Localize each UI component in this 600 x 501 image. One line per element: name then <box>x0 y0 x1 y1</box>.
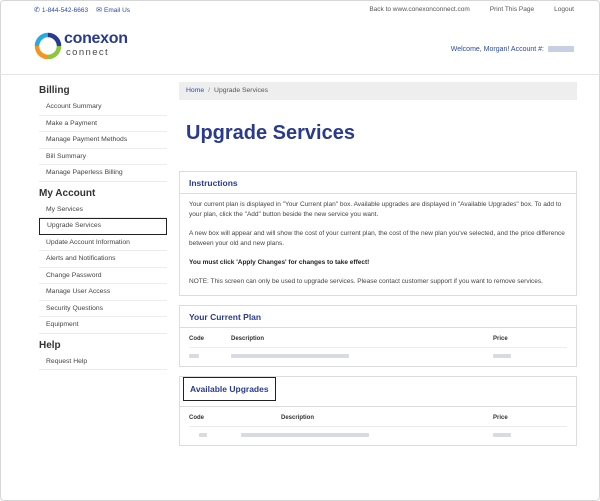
instructions-paragraph-1: Your current plan is displayed in "Your … <box>189 201 562 218</box>
email-icon: ✉ <box>96 7 103 14</box>
back-to-site-link[interactable]: Back to www.conexonconnect.com <box>369 6 469 13</box>
column-header-price: Price <box>493 415 508 421</box>
instructions-warning: You must click 'Apply Changes' for chang… <box>189 259 370 266</box>
breadcrumb-current: Upgrade Services <box>214 87 269 94</box>
current-plan-row <box>189 347 567 360</box>
available-upgrades-title: Available Upgrades <box>183 377 276 401</box>
phone-number: 1-844-542-6663 <box>41 7 89 14</box>
instructions-title: Instructions <box>180 172 576 194</box>
account-number-redacted <box>548 46 574 53</box>
upgrade-description-redacted <box>241 424 493 442</box>
column-header-code: Code <box>189 336 204 342</box>
contact-links: ✆ 1-844-542-6663 ✉ Email Us <box>34 6 130 14</box>
welcome-text: Welcome, Morgan! Account #: <box>450 46 544 53</box>
sidebar-item-make-payment[interactable]: Make a Payment <box>39 116 167 132</box>
sidebar-item-update-account-info[interactable]: Update Account Information <box>39 235 167 251</box>
phone-icon: ✆ <box>34 7 40 14</box>
sidebar-item-security-questions[interactable]: Security Questions <box>39 301 167 317</box>
available-upgrade-row[interactable] <box>189 426 567 439</box>
current-plan-card: Your Current Plan Code Description Price <box>179 305 577 367</box>
sidebar-item-account-summary[interactable]: Account Summary <box>39 99 167 116</box>
main-content: Home / Upgrade Services Upgrade Services I… <box>179 82 577 446</box>
available-upgrades-table: Code Description Price <box>180 407 576 445</box>
available-upgrades-card: Available Upgrades Code Description Pric… <box>179 376 577 446</box>
top-bar: ✆ 1-844-542-6663 ✉ Email Us Back to www.co… <box>0 0 600 20</box>
sidebar-section-billing: Billing <box>39 85 70 96</box>
logo-subtext: connect <box>66 47 110 58</box>
sidebar-item-upgrade-services[interactable]: Upgrade Services <box>39 218 167 235</box>
column-header-description: Description <box>231 336 265 342</box>
breadcrumb-separator: / <box>208 87 211 94</box>
sidebar-item-bill-summary[interactable]: Bill Summary <box>39 149 167 165</box>
upgrade-price-redacted <box>493 424 511 442</box>
top-links: Back to www.conexonconnect.com Print Thi… <box>369 6 574 13</box>
email-link[interactable]: ✉ Email Us <box>96 6 130 14</box>
sidebar-item-manage-user-access[interactable]: Manage User Access <box>39 284 167 301</box>
logo-ring-icon <box>34 32 62 60</box>
instructions-card: Instructions Your current plan is displa… <box>179 171 577 296</box>
instructions-paragraph-2: A new box will appear and will show the … <box>189 230 565 247</box>
current-plan-title: Your Current Plan <box>180 306 576 328</box>
available-upgrades-header-row: Code Description Price <box>189 413 567 423</box>
current-plan-table: Code Description Price <box>180 328 576 366</box>
instructions-body: Your current plan is displayed in "Your … <box>180 194 576 295</box>
sidebar-item-my-services[interactable]: My Services <box>39 202 167 218</box>
page-title: Upgrade Services <box>186 122 355 144</box>
email-label: Email Us <box>104 7 131 14</box>
print-page-link[interactable]: Print This Page <box>490 6 534 13</box>
sidebar-item-change-password[interactable]: Change Password <box>39 268 167 284</box>
breadcrumb: Home / Upgrade Services <box>179 82 577 100</box>
current-plan-header-row: Code Description Price <box>189 334 567 344</box>
header: conexon connect Welcome, Morgan! Account… <box>0 20 600 75</box>
plan-description-redacted <box>231 345 493 363</box>
logout-link[interactable]: Logout <box>554 6 574 13</box>
sidebar-item-request-help[interactable]: Request Help <box>39 354 167 370</box>
column-header-price: Price <box>493 336 508 342</box>
sidebar-item-alerts[interactable]: Alerts and Notifications <box>39 251 167 268</box>
upgrade-code-redacted <box>189 424 241 442</box>
sidebar-section-my-account: My Account <box>39 187 96 199</box>
plan-price-redacted <box>493 345 511 363</box>
breadcrumb-home-link[interactable]: Home <box>186 87 204 94</box>
logo-wordmark: conexon <box>64 30 128 47</box>
column-header-code: Code <box>189 415 204 421</box>
sidebar-item-paperless-billing[interactable]: Manage Paperless Billing <box>39 165 167 182</box>
sidebar-item-manage-payment-methods[interactable]: Manage Payment Methods <box>39 132 167 149</box>
available-upgrades-header: Available Upgrades <box>180 377 576 407</box>
plan-code-redacted <box>189 345 231 363</box>
sidebar-section-help: Help <box>39 339 61 351</box>
instructions-note: NOTE: This screen can only be used to up… <box>189 278 543 285</box>
phone-link[interactable]: ✆ 1-844-542-6663 <box>34 6 88 14</box>
sidebar-item-equipment[interactable]: Equipment <box>39 317 167 334</box>
welcome-message: Welcome, Morgan! Account #: <box>451 46 574 53</box>
column-header-description: Description <box>281 415 315 421</box>
sidebar: Billing Account Summary Make a Payment M… <box>39 82 167 370</box>
conexon-logo[interactable]: conexon connect <box>34 30 130 64</box>
